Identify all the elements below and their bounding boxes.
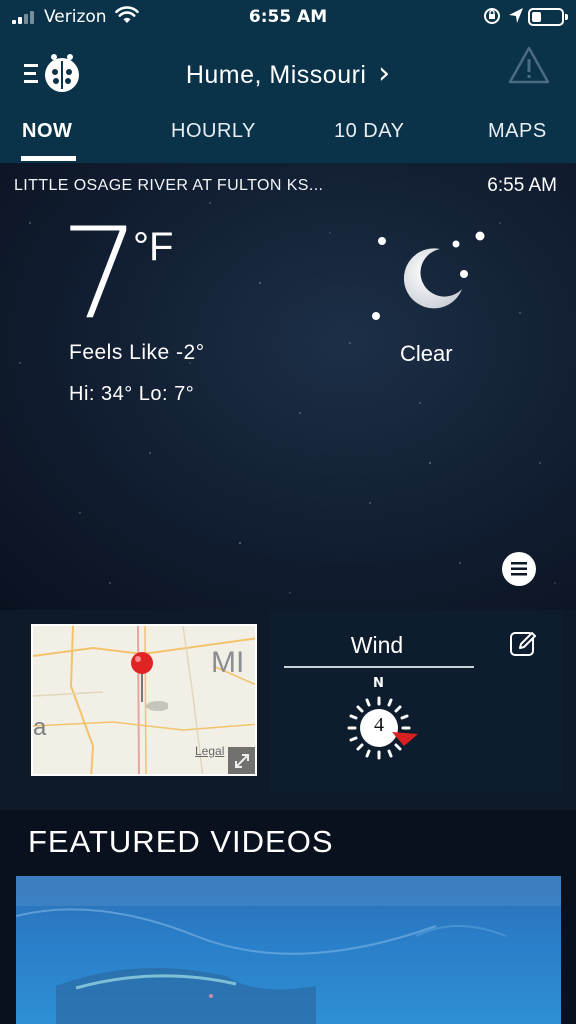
- location-name: Hume, Missouri: [185, 61, 367, 89]
- tab-10-day[interactable]: 10 DAY: [334, 120, 404, 143]
- wind-card[interactable]: Wind N 4: [270, 610, 562, 792]
- hi-lo-temperature: Hi: 34° Lo: 7°: [69, 383, 195, 405]
- rotation-lock-icon: [484, 8, 500, 24]
- wind-title: Wind: [350, 632, 404, 658]
- tab-now[interactable]: NOW: [22, 120, 72, 143]
- location-arrow-icon: [509, 8, 523, 23]
- video-preview-image: [16, 876, 561, 1024]
- active-tab-indicator: [21, 156, 76, 161]
- app-header: Hume, Missouri › NOW HOURLY 10 DAY MAPS: [0, 36, 576, 163]
- temperature-unit[interactable]: °F: [133, 225, 173, 270]
- map-pin-icon: [131, 652, 168, 711]
- edit-module-button[interactable]: [508, 628, 538, 658]
- tab-hourly[interactable]: HOURLY: [171, 120, 256, 143]
- list-view-button[interactable]: [502, 552, 536, 586]
- current-conditions: LITTLE OSAGE RIVER AT FULTON KS... 6:55 …: [0, 163, 576, 610]
- edit-pencil-icon: [510, 632, 536, 656]
- module-row: MI a Legal Wind N 4: [0, 610, 576, 810]
- compass-north-label: N: [373, 676, 384, 691]
- feels-like: Feels Like -2°: [69, 341, 205, 364]
- chevron-right-icon: ›: [378, 56, 391, 91]
- map-legal-link[interactable]: Legal: [195, 744, 224, 758]
- location-selector[interactable]: Hume, Missouri ›: [0, 56, 576, 91]
- map-state-label: MI: [211, 646, 245, 679]
- tab-bar: NOW HOURLY 10 DAY MAPS: [0, 118, 576, 163]
- moon-stars-icon: [372, 231, 485, 320]
- station-name[interactable]: LITTLE OSAGE RIVER AT FULTON KS...: [14, 177, 323, 195]
- expand-icon: [235, 754, 249, 768]
- current-temperature: 7: [60, 200, 141, 347]
- wind-divider: [284, 666, 474, 668]
- video-thumbnail[interactable]: [16, 876, 561, 1024]
- tab-maps[interactable]: MAPS: [488, 120, 547, 143]
- warning-triangle-icon: [508, 46, 550, 84]
- status-bar: Verizon 6:55 AM: [0, 0, 576, 36]
- condition-label: Clear: [400, 341, 453, 366]
- featured-videos-section: FEATURED VIDEOS: [0, 810, 576, 1024]
- radar-map-card[interactable]: MI a Legal: [31, 624, 257, 776]
- battery-icon: [528, 8, 568, 26]
- observation-time: 6:55 AM: [487, 175, 557, 196]
- list-icon: [511, 562, 527, 576]
- map-region-label: a: [33, 714, 47, 741]
- map-expand-button[interactable]: [228, 747, 255, 774]
- featured-videos-title: FEATURED VIDEOS: [28, 824, 334, 859]
- alert-button[interactable]: [506, 44, 552, 86]
- wind-speed: 4: [374, 714, 384, 736]
